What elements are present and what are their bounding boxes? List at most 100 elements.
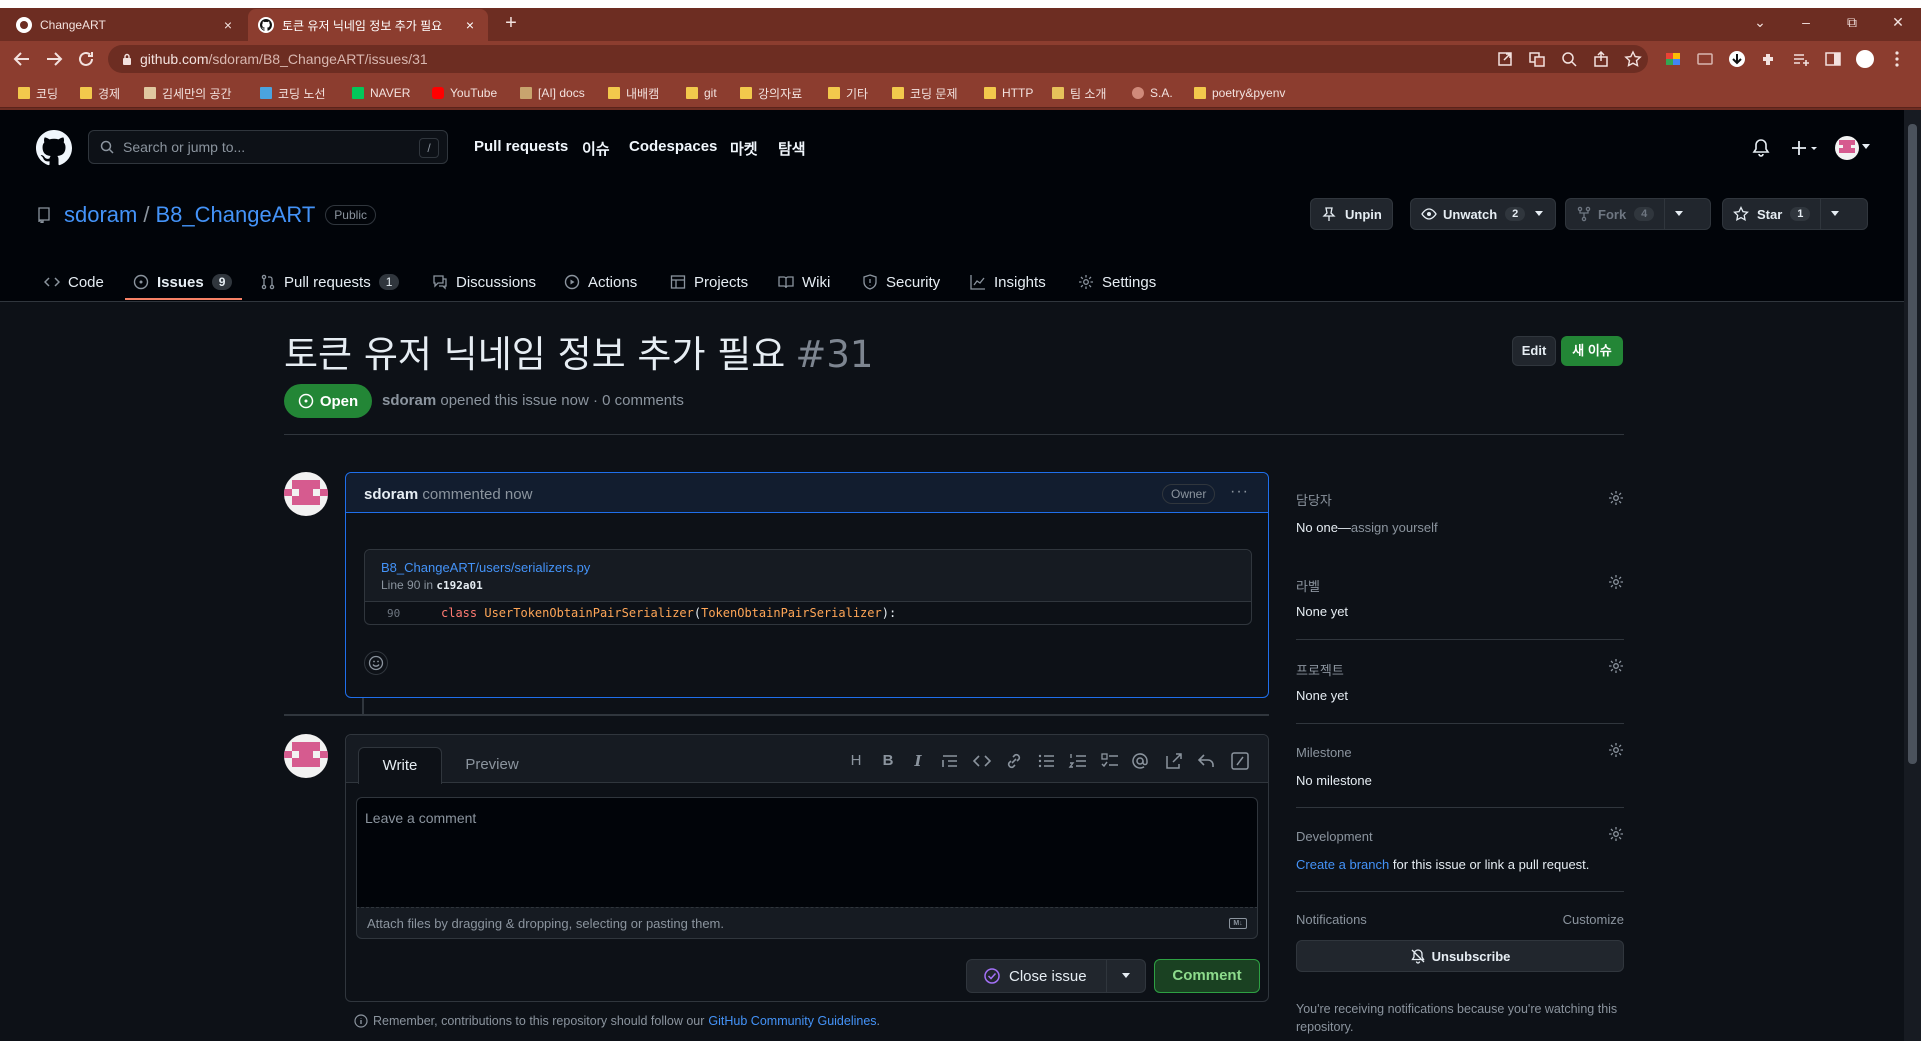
bookmark-item[interactable]: [AI] docs xyxy=(520,83,585,103)
address-bar[interactable]: github.com/sdoram/B8_ChangeART/issues/31 xyxy=(108,45,1648,73)
gear-icon[interactable] xyxy=(1608,574,1624,590)
current-user-avatar[interactable] xyxy=(284,734,328,778)
assignees-title[interactable]: 담당자 xyxy=(1296,490,1332,509)
gear-icon[interactable] xyxy=(1608,826,1624,842)
close-issue-options-button[interactable] xyxy=(1107,973,1145,979)
bookmark-item[interactable]: 김세만의 공간 xyxy=(144,83,232,103)
bookmark-item[interactable]: git xyxy=(686,83,717,103)
unordered-list-icon[interactable] xyxy=(1036,751,1056,771)
repo-owner-link[interactable]: sdoram xyxy=(64,202,137,228)
open-in-app-icon[interactable] xyxy=(1496,50,1514,68)
gear-icon[interactable] xyxy=(1608,658,1624,674)
tab-insights[interactable]: Insights xyxy=(970,262,1046,302)
nav-codespaces[interactable]: Codespaces xyxy=(629,138,717,155)
link-icon[interactable] xyxy=(1004,751,1024,771)
repo-name-link[interactable]: B8_ChangeART xyxy=(155,202,315,228)
tab-close-icon[interactable]: × xyxy=(462,17,478,33)
mention-icon[interactable] xyxy=(1130,751,1150,771)
comment-submit-button[interactable]: Comment xyxy=(1154,959,1260,993)
code-file-link[interactable]: B8_ChangeART/users/serializers.py xyxy=(381,560,1235,575)
tab-wiki[interactable]: Wiki xyxy=(778,262,830,302)
user-avatar[interactable] xyxy=(1835,136,1859,160)
code-line-number[interactable]: 90 xyxy=(365,607,441,620)
new-issue-button[interactable]: 새 이슈 xyxy=(1561,336,1623,366)
browser-tab-changeart[interactable]: ChangeART × xyxy=(6,9,246,41)
comment-author-avatar[interactable] xyxy=(284,472,328,516)
tab-security[interactable]: Security xyxy=(862,262,940,302)
avatar-caret-icon[interactable] xyxy=(1862,144,1870,150)
markdown-icon[interactable]: M↓ xyxy=(1229,918,1247,929)
star-button[interactable]: Star 1 xyxy=(1722,198,1868,230)
restore-button[interactable]: ⧉ xyxy=(1834,10,1870,34)
gear-icon[interactable] xyxy=(1608,742,1624,758)
new-tab-button[interactable]: + xyxy=(500,12,522,34)
extension-color-icon[interactable] xyxy=(1664,50,1682,68)
zoom-icon[interactable] xyxy=(1560,50,1578,68)
bookmark-item[interactable]: YouTube xyxy=(432,83,497,103)
side-panel-icon[interactable] xyxy=(1824,50,1842,68)
bold-icon[interactable]: B xyxy=(878,751,898,771)
heading-icon[interactable]: H xyxy=(846,751,866,771)
close-window-button[interactable]: ✕ xyxy=(1880,10,1916,34)
bookmark-item[interactable]: 코딩 xyxy=(18,83,58,103)
tab-close-icon[interactable]: × xyxy=(220,17,236,33)
nav-marketplace[interactable]: 마켓 xyxy=(730,138,758,159)
comment-author-link[interactable]: sdoram xyxy=(364,486,418,503)
browser-tab-issue[interactable]: 토큰 유저 닉네임 정보 추가 필요 × xyxy=(248,9,488,41)
labels-title[interactable]: 라벨 xyxy=(1296,576,1320,595)
translate-icon[interactable] xyxy=(1528,50,1546,68)
browser-menu-icon[interactable] xyxy=(1888,50,1906,68)
tab-code[interactable]: Code xyxy=(44,262,104,302)
close-issue-button[interactable]: Close issue xyxy=(966,959,1146,993)
tab-projects[interactable]: Projects xyxy=(670,262,748,302)
bookmark-item[interactable]: 강의자료 xyxy=(740,83,802,103)
task-list-icon[interactable] xyxy=(1100,751,1120,771)
nav-pull-requests[interactable]: Pull requests xyxy=(474,138,568,155)
reply-icon[interactable] xyxy=(1196,751,1216,771)
extensions-puzzle-icon[interactable] xyxy=(1760,50,1778,68)
extension-box-icon[interactable] xyxy=(1696,50,1714,68)
tab-actions[interactable]: Actions xyxy=(564,262,637,302)
create-new-icon[interactable] xyxy=(1790,138,1820,158)
gear-icon[interactable] xyxy=(1608,490,1624,506)
page-scrollbar[interactable] xyxy=(1904,110,1921,1041)
star-menu-button[interactable] xyxy=(1820,198,1840,230)
customize-notifications-link[interactable]: Customize xyxy=(1563,912,1624,927)
quote-icon[interactable] xyxy=(940,751,960,771)
bookmark-item[interactable]: poetry&pyenv xyxy=(1194,83,1285,103)
tab-issues[interactable]: Issues 9 xyxy=(133,262,233,302)
bell-icon[interactable] xyxy=(1752,138,1770,158)
close-issue-main[interactable]: Close issue xyxy=(967,960,1107,992)
code-commit-sha[interactable]: c192a01 xyxy=(436,579,482,592)
issue-author-link[interactable]: sdoram xyxy=(382,392,436,409)
share-icon[interactable] xyxy=(1592,50,1610,68)
italic-icon[interactable]: I xyxy=(908,751,928,771)
nav-issues[interactable]: 이슈 xyxy=(582,138,610,159)
bookmark-item[interactable]: 팀 소개 xyxy=(1052,83,1106,103)
add-reaction-button[interactable] xyxy=(364,651,388,675)
development-title[interactable]: Development xyxy=(1296,829,1373,844)
tab-write[interactable]: Write xyxy=(358,747,442,784)
bookmark-star-icon[interactable] xyxy=(1624,50,1642,68)
bookmark-item[interactable]: 내배캠 xyxy=(608,83,659,103)
back-arrow-icon[interactable] xyxy=(10,47,34,71)
forward-arrow-icon[interactable] xyxy=(42,47,66,71)
comment-textarea[interactable]: Leave a comment xyxy=(356,797,1258,907)
code-icon[interactable] xyxy=(972,751,992,771)
cross-reference-icon[interactable] xyxy=(1164,751,1184,771)
bookmark-item[interactable]: 경제 xyxy=(80,83,120,103)
reading-list-icon[interactable] xyxy=(1792,50,1810,68)
ordered-list-icon[interactable] xyxy=(1068,751,1088,771)
unpin-button[interactable]: Unpin xyxy=(1310,198,1393,230)
reload-icon[interactable] xyxy=(74,47,98,71)
bookmark-item[interactable]: 코딩 문제 xyxy=(892,83,958,103)
extension-download-icon[interactable] xyxy=(1728,50,1746,68)
unwatch-button[interactable]: Unwatch 2 xyxy=(1410,198,1556,230)
profile-avatar-icon[interactable] xyxy=(1856,50,1874,68)
tab-pull-requests[interactable]: Pull requests 1 xyxy=(260,262,400,302)
bookmark-item[interactable]: HTTP xyxy=(984,83,1033,103)
comment-timestamp[interactable]: commented now xyxy=(422,486,532,503)
edit-title-button[interactable]: Edit xyxy=(1512,336,1556,366)
github-logo-icon[interactable] xyxy=(36,130,72,166)
create-branch-link[interactable]: Create a branch xyxy=(1296,857,1389,872)
